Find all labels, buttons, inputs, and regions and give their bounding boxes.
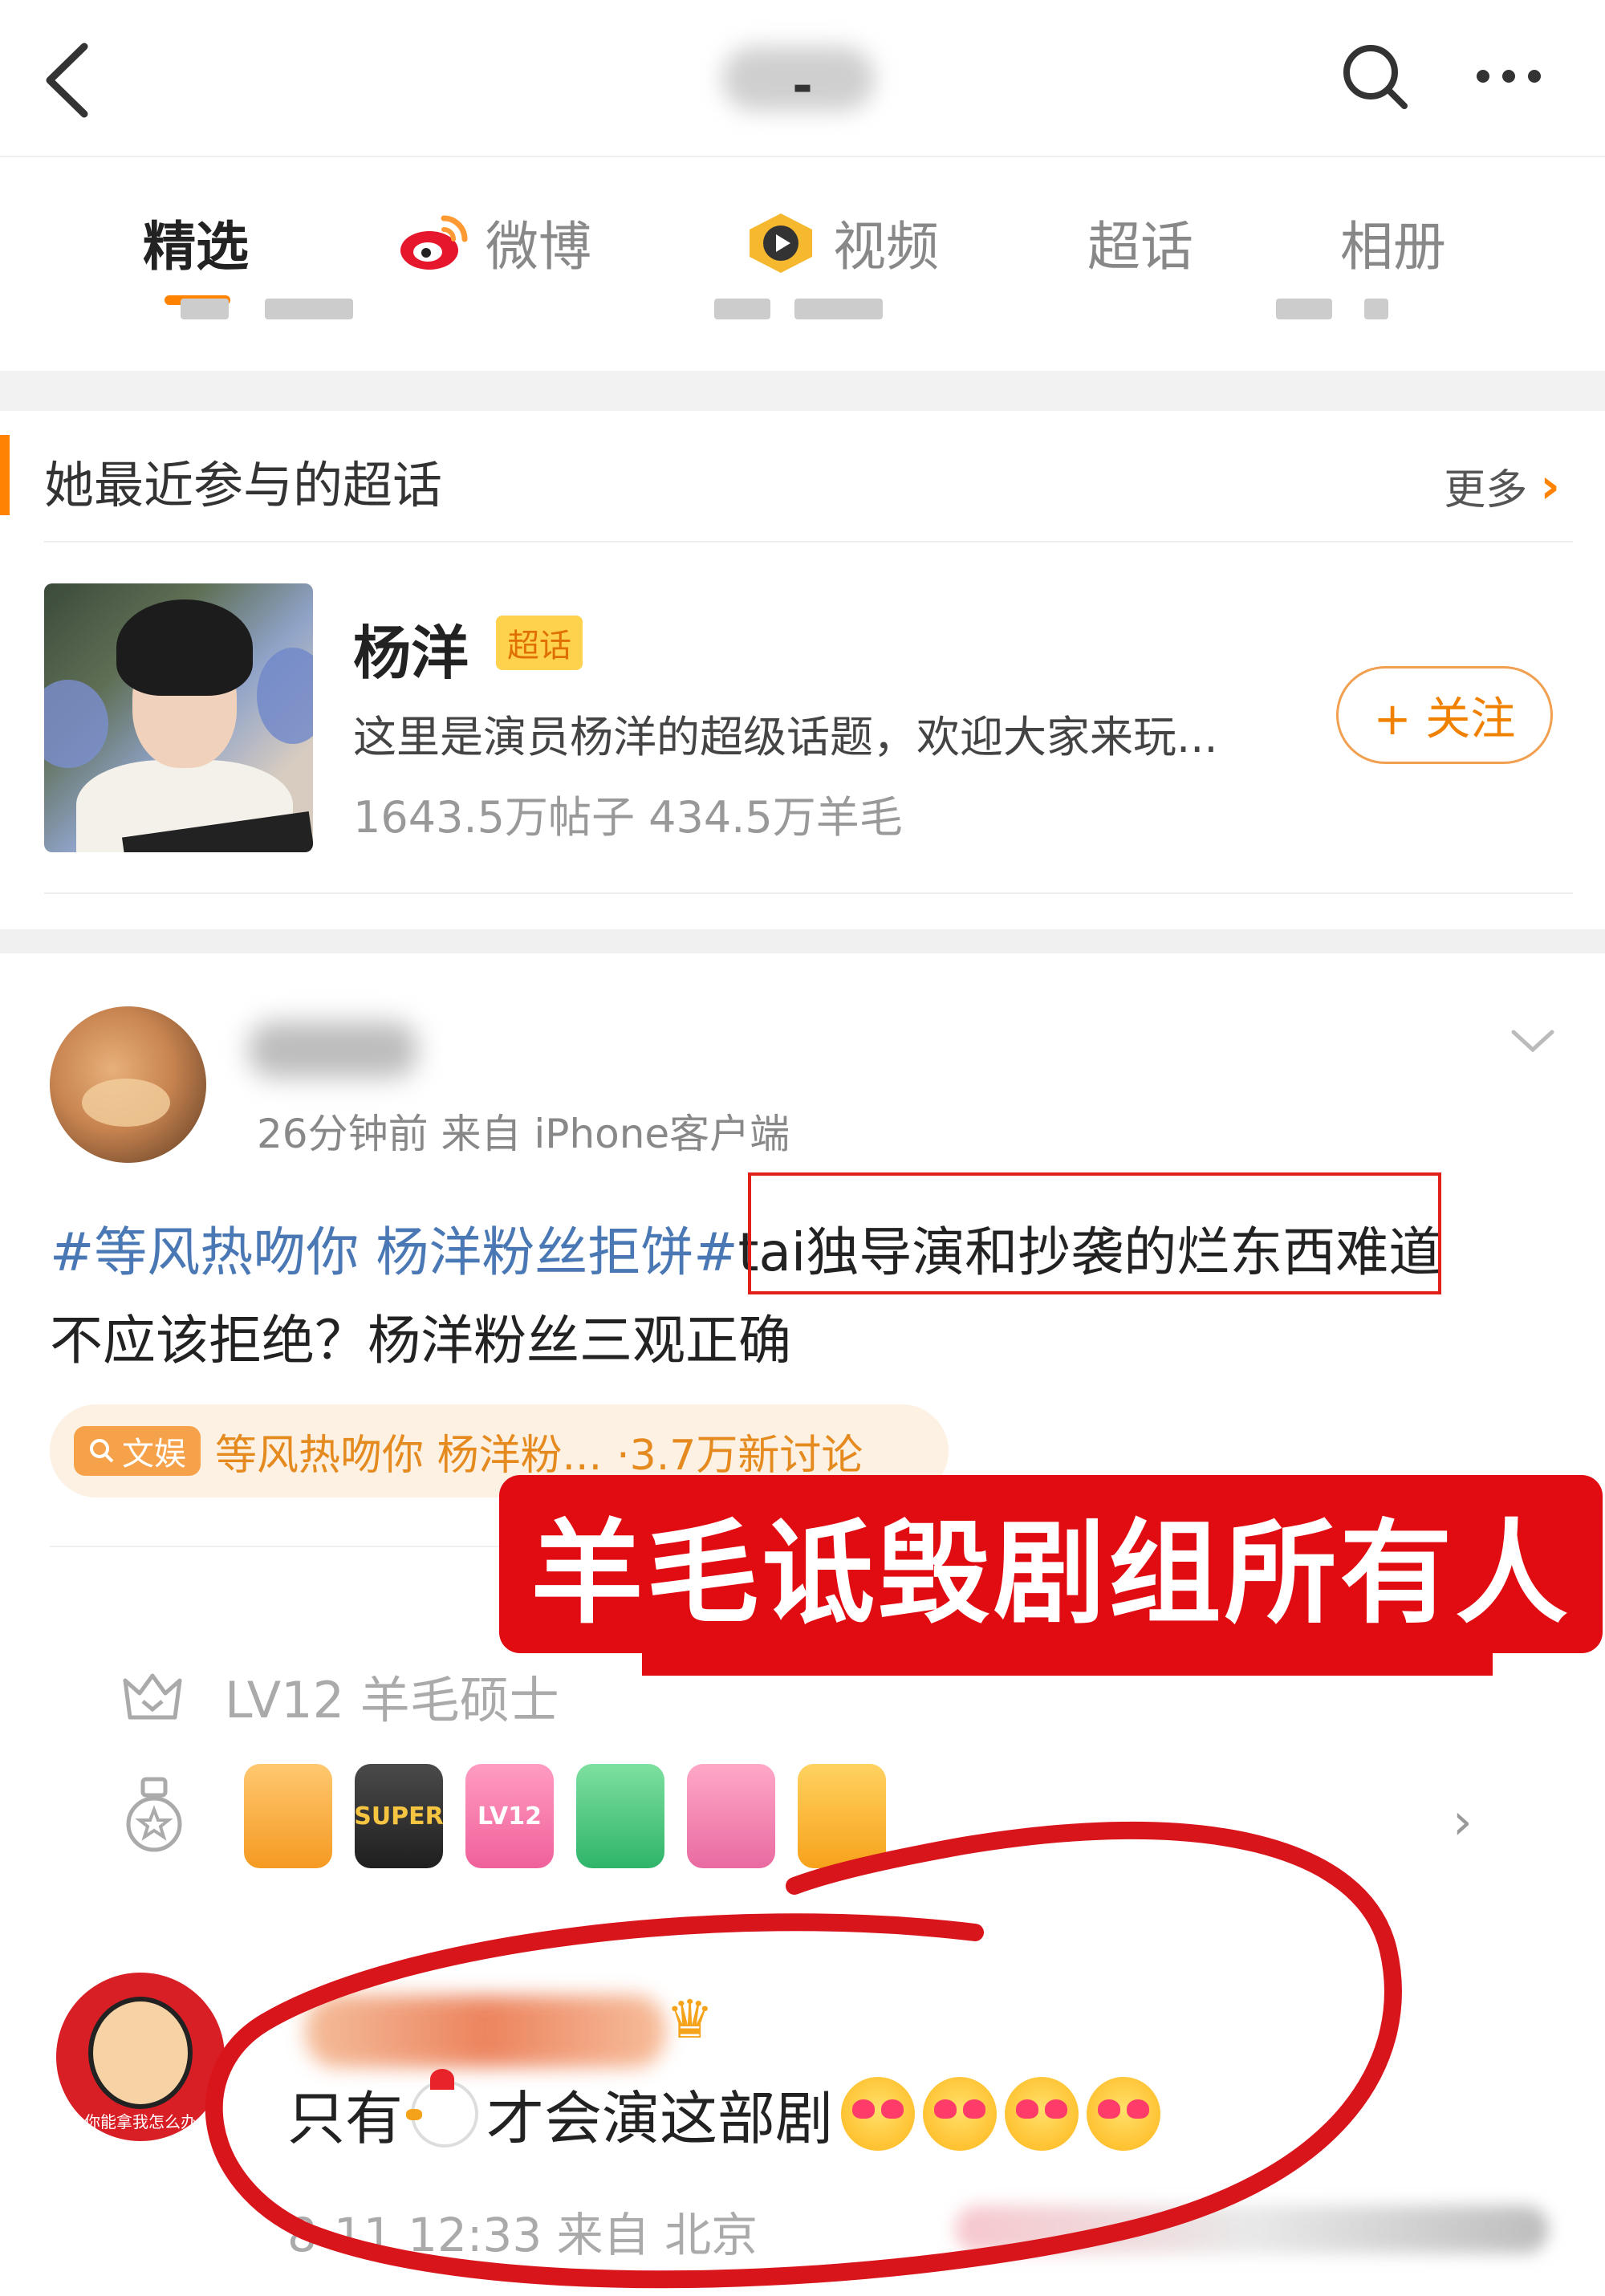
screenshot: - 精选 微博 视频 超话 相册 她最近参与的超话 更多 › 杨洋 超话 这里是… [0, 0, 1605, 2296]
chevron-right-icon[interactable]: › [1453, 1792, 1473, 1851]
tab-weibo[interactable]: 微博 [397, 204, 591, 281]
post-meta: 26分钟前 来自 iPhone客户端 [257, 1111, 790, 1157]
tab-album[interactable]: 相册 [1340, 204, 1446, 281]
search-icon [90, 1439, 114, 1463]
level-medal: LV12 [465, 1764, 554, 1868]
comment-meta: 8-11 12:33 来自 北京 [287, 2208, 758, 2262]
medal-row[interactable]: SUPER LV12 [120, 1764, 886, 1868]
tab-featured[interactable]: 精选 [143, 204, 249, 281]
crown-icon: ♛ [666, 1989, 714, 2050]
super-medal: SUPER [354, 1764, 444, 1868]
more-icon[interactable] [1477, 56, 1557, 96]
section-accent-bar [0, 435, 10, 515]
medal-icon [126, 1777, 182, 1852]
blurred-actions [955, 2205, 1549, 2253]
divider [44, 892, 1573, 894]
profile-tabs: 精选 微博 视频 超话 相册 [0, 157, 1605, 318]
fan-medal [687, 1764, 775, 1868]
weibo-post: 26分钟前 来自 iPhone客户端 #等风热吻你 杨洋粉丝拒饼#tai独导演和… [0, 953, 1605, 1957]
section-heading: 她最近参与的超话 [44, 456, 443, 514]
super-topic-stats: 1643.5万帖子 434.5万羊毛 [353, 792, 903, 843]
user-level: LV12 羊毛硕士 [225, 1671, 559, 1729]
video-icon [750, 213, 812, 273]
topic-tag: 文娱 [74, 1426, 201, 1476]
avatar[interactable] [50, 1006, 206, 1163]
section-divider [0, 929, 1605, 953]
divider [44, 541, 1573, 543]
annotation-caption: 羊毛诋毁剧组所有人 [499, 1475, 1603, 1653]
super-topic-name[interactable]: 杨洋 [353, 606, 469, 690]
tab-label: 相册 [1340, 216, 1446, 278]
chevron-down-icon[interactable] [1509, 1018, 1557, 1066]
post-text-line2: 不应该拒绝？杨洋粉丝三观正确 [50, 1310, 791, 1372]
hashtag-link[interactable]: #等风热吻你 杨洋粉丝拒饼# [50, 1221, 738, 1283]
chevron-right-icon: › [1540, 457, 1560, 514]
comment-text-start: 只有 [287, 2085, 404, 2152]
tab-video[interactable]: 视频 [745, 204, 939, 281]
comment-text: 只有 才会演这部剧 [287, 2068, 1161, 2156]
annotation-highlight-box [748, 1172, 1441, 1294]
recent-super-topics-section: 她最近参与的超话 更多 › 杨洋 超话 这里是演员杨洋的超级话题，欢迎大家来玩.… [0, 411, 1605, 929]
topic-name: 等风热吻你 杨洋粉... [215, 1431, 603, 1480]
weibo-icon [400, 215, 468, 270]
super-topic-cover-image[interactable] [44, 583, 313, 852]
topic-tag-label: 文娱 [122, 1436, 186, 1473]
avatar[interactable]: 你能拿我怎么办 [56, 1973, 225, 2141]
super-topic-badge: 超话 [496, 616, 583, 670]
fan-medal [576, 1764, 664, 1868]
heart-eyes-emoji-icon [1087, 2076, 1161, 2151]
tab-label: 视频 [833, 216, 939, 278]
more-label: 更多 [1444, 466, 1528, 514]
avatar-caption: 你能拿我怎么办 [84, 2112, 197, 2131]
super-topic-description: 这里是演员杨洋的超级话题，欢迎大家来玩... [353, 712, 1218, 762]
heart-eyes-emoji-icon [841, 2076, 916, 2151]
user-level-row: LV12 羊毛硕士 [120, 1660, 559, 1732]
crown-icon [123, 1673, 182, 1720]
tab-super-topic[interactable]: 超话 [1087, 204, 1193, 281]
heart-eyes-emoji-icon [1005, 2076, 1079, 2151]
search-icon[interactable] [1339, 40, 1411, 112]
tab-label: 微博 [486, 216, 591, 278]
topic-discussion-count: ·3.7万新讨论 [616, 1431, 863, 1480]
section-divider [0, 371, 1605, 411]
follow-button[interactable]: + 关注 [1336, 666, 1553, 764]
heart-eyes-emoji-icon [923, 2076, 998, 2151]
comment-item: 你能拿我怎么办 ♛ 只有 才会演这部剧 8-11 12:33 来自 北京 [0, 1957, 1605, 2296]
scrolled-content-peek [0, 299, 1605, 339]
tab-label: 精选 [143, 216, 249, 278]
username-blurred [249, 1022, 417, 1078]
comment-text-end: 才会演这部剧 [486, 2085, 834, 2152]
chicken-emoji-icon [406, 2068, 479, 2148]
username-blurred [305, 1995, 666, 2067]
fan-medal [244, 1764, 332, 1868]
fan-medal [798, 1764, 886, 1868]
tab-label: 超话 [1087, 216, 1193, 278]
top-bar: - [0, 0, 1605, 157]
more-link[interactable]: 更多 › [1444, 456, 1560, 516]
